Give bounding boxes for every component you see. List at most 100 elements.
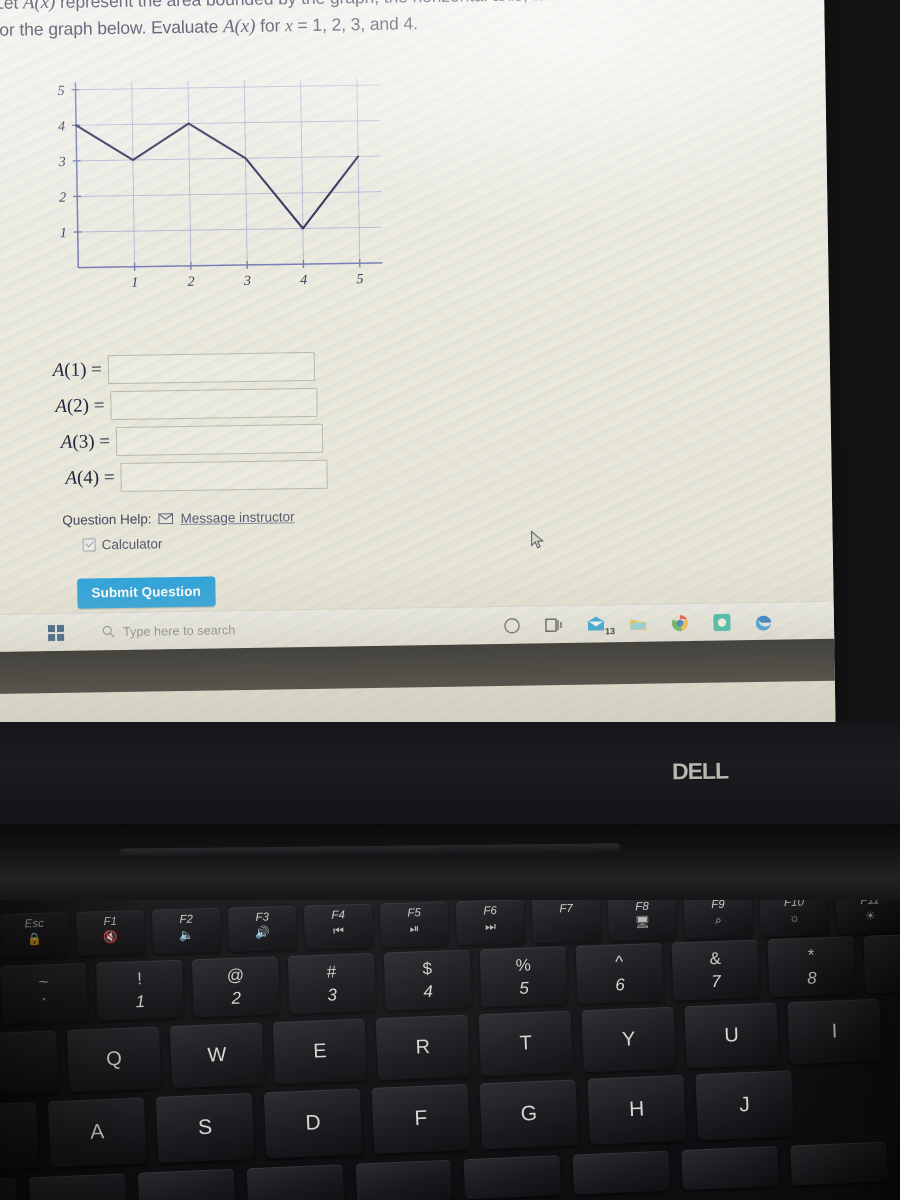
answer-input-3[interactable]	[115, 423, 324, 457]
key-r[interactable]: R	[375, 1014, 471, 1081]
key-u[interactable]: U	[684, 1002, 779, 1069]
key-f4[interactable]: F4 ⏮	[303, 903, 374, 950]
key-esc[interactable]: Esc 🔒	[0, 912, 70, 958]
svg-text:1: 1	[60, 226, 67, 241]
key-h[interactable]: H	[587, 1074, 687, 1145]
message-instructor-link[interactable]: Message instructor	[180, 509, 294, 526]
key-f11[interactable]: F11 ☀	[835, 900, 900, 935]
answer-input-2[interactable]	[110, 387, 318, 421]
answer-input-1[interactable]	[107, 351, 316, 385]
submit-question-button[interactable]: Submit Question	[77, 576, 216, 609]
key-shift-label: ~	[38, 971, 49, 992]
file-explorer-icon[interactable]	[628, 613, 648, 633]
key-label: 4	[423, 981, 434, 1001]
key-blank[interactable]	[0, 1030, 59, 1096]
key-j[interactable]: J	[695, 1070, 795, 1141]
svg-text:4: 4	[300, 273, 307, 288]
graph-axes	[71, 82, 383, 271]
key-bottom-row-0[interactable]	[0, 1177, 18, 1200]
key-bottom-row-6[interactable]	[572, 1150, 671, 1195]
key-label: Esc	[24, 917, 45, 931]
key-1[interactable]: ! 1	[95, 959, 184, 1021]
key-label: F	[414, 1106, 428, 1131]
key-2[interactable]: @2	[191, 956, 280, 1018]
svg-text:2: 2	[59, 191, 66, 206]
chrome-icon[interactable]	[670, 613, 690, 633]
key-bottom-row-7[interactable]	[681, 1146, 780, 1191]
key-t[interactable]: T	[478, 1010, 573, 1077]
calculator-checkbox-icon[interactable]	[82, 538, 96, 552]
key-label: R	[415, 1035, 431, 1059]
key-q[interactable]: Q	[66, 1026, 162, 1093]
calculator-toggle[interactable]: Calculator	[82, 536, 163, 552]
taskbar-search[interactable]: Type here to search	[102, 623, 236, 639]
key-bottom-row-3[interactable]	[246, 1164, 344, 1200]
key-shift-label: %	[515, 954, 532, 975]
key-f3[interactable]: F3 🔊	[227, 905, 298, 952]
key-e[interactable]: E	[272, 1018, 368, 1085]
answer-label-4: A(4) =	[65, 466, 115, 489]
answer-label-3: A(3) =	[60, 430, 111, 453]
key-label: 3	[327, 984, 338, 1005]
dell-logo: DELL	[671, 757, 729, 785]
key-bottom-row-5[interactable]	[463, 1155, 562, 1200]
key-a[interactable]: A	[47, 1097, 147, 1168]
key-6[interactable]: ^ 6	[575, 942, 664, 1004]
task-view-icon[interactable]	[544, 615, 564, 635]
edge-icon[interactable]	[754, 611, 774, 631]
key-label: S	[197, 1115, 213, 1140]
key-label: W	[207, 1043, 227, 1067]
prev-track-icon: ⏮	[332, 923, 345, 938]
svg-text:3: 3	[58, 155, 66, 170]
key-5[interactable]: % 5	[479, 946, 568, 1008]
key-label: 5	[519, 978, 530, 998]
key-blank[interactable]	[0, 1101, 39, 1172]
key-9[interactable]: (9	[863, 932, 900, 994]
key-y[interactable]: Y	[581, 1006, 676, 1073]
key-s[interactable]: S	[155, 1092, 255, 1163]
mail-icon[interactable]: 13	[586, 614, 615, 636]
play-pause-icon: ⏯	[409, 921, 420, 936]
svg-text:2: 2	[188, 275, 195, 290]
key-3[interactable]: #3	[287, 952, 376, 1014]
key-label: 7	[710, 971, 722, 991]
key-f2[interactable]: F2 🔈	[151, 907, 222, 954]
key-f[interactable]: F	[371, 1083, 471, 1154]
answer-label-2: A(2) =	[55, 394, 105, 417]
key-bottom-row-8[interactable]	[790, 1141, 888, 1186]
key-shift-label: @	[226, 964, 245, 985]
key-bottom-row-2[interactable]	[137, 1168, 236, 1200]
key-f5[interactable]: F5 ⏯	[379, 901, 450, 948]
question-line-2-for: for	[255, 15, 286, 36]
key-`[interactable]: ~ `	[0, 962, 88, 1024]
key-bottom-row-4[interactable]	[355, 1159, 453, 1200]
key-w[interactable]: W	[169, 1022, 265, 1089]
key-f6[interactable]: F6 ⏭	[455, 900, 526, 946]
search-placeholder: Type here to search	[122, 622, 236, 639]
key-bottom-row-1[interactable]	[28, 1173, 127, 1200]
answer-row-4: A(4) =	[54, 455, 463, 496]
teal-app-icon[interactable]	[712, 612, 732, 632]
key-f10[interactable]: F10 ☼	[759, 900, 829, 937]
answer-input-4[interactable]	[120, 459, 328, 492]
key-label: I	[831, 1019, 838, 1043]
key-label: 2	[231, 988, 242, 1008]
key-4[interactable]: $4	[383, 949, 472, 1011]
key-f9[interactable]: F9 ⌕	[683, 900, 753, 939]
svg-text:3: 3	[243, 274, 251, 289]
key-f1[interactable]: F1 🔇	[75, 909, 146, 956]
key-f7[interactable]: F7	[531, 900, 601, 944]
key-f8[interactable]: F8 🖥	[607, 900, 677, 942]
key-8[interactable]: * 8	[767, 936, 856, 998]
key-d[interactable]: D	[263, 1088, 363, 1159]
key-7[interactable]: & 7	[671, 939, 760, 1001]
graph-tick-labels: 1 2 3 4 5 1 2 3 4 5	[57, 84, 363, 291]
windows-start-icon[interactable]	[47, 624, 65, 641]
svg-text:5: 5	[356, 272, 363, 287]
cortana-icon[interactable]	[502, 615, 522, 635]
question-help-label: Question Help:	[62, 511, 152, 528]
laptop-keyboard: Esc 🔒 F1 🔇 F2 🔈 F3 🔊 F4 ⏮ F5 ⏯ F6 ⏭ F7 F8 🖥 F9 ⌕ F10 ☼ F11 ☀ ~…	[0, 900, 900, 1200]
key-g[interactable]: G	[479, 1079, 579, 1150]
key-i[interactable]: I	[787, 998, 882, 1065]
question-prompt: Let A(x) represent the area bounded by t…	[0, 0, 825, 44]
